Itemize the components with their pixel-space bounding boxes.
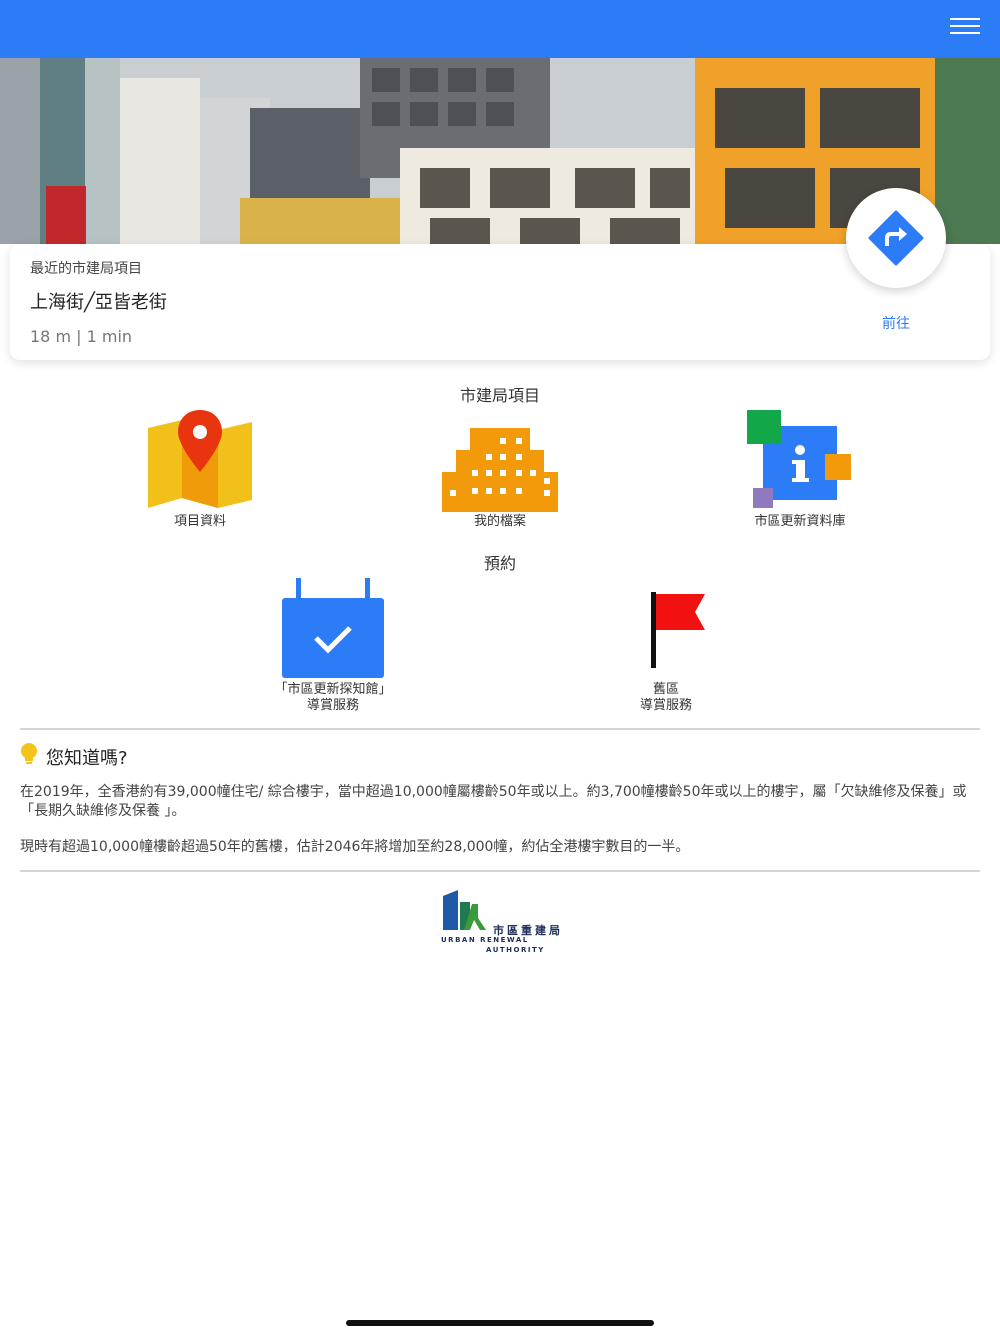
tile-urban-renewal-exploration-centre-tour[interactable]: 「市區更新探知館」 導賞服務 [263,578,403,714]
calendar-check-icon [282,578,384,678]
hamburger-menu-icon[interactable] [950,18,980,40]
ura-logo [443,890,486,930]
tile-label-line1: 「市區更新探知館」 [274,682,392,697]
divider [20,870,980,872]
tile-label-line2: 導賞服務 [639,698,692,713]
distance-time: 18 m | 1 min [30,327,133,346]
nearest-project-card[interactable]: 最近的市建局項目 上海街╱亞皆老街 18 m | 1 min [10,244,990,360]
tile-old-district-tour[interactable]: 舊區 導賞服務 [606,578,726,714]
directions-icon [868,210,924,266]
tile-urban-renewal-database[interactable]: 市區更新資料庫 [740,408,860,530]
booking-section-title: 預約 [483,554,516,573]
logo-text-en-line1: URBAN RENEWAL [441,936,529,944]
lightbulb-icon [21,743,37,764]
fact-paragraph-2: 現時有超過10,000幢樓齡超過50年的舊樓，估計2046年將增加至約28,00… [20,839,690,855]
tile-label: 項目資料 [173,514,226,529]
logo-text-en-line2: AUTHORITY [486,946,545,954]
did-you-know-title: 您知道嗎? [46,748,128,769]
fact-paragraph-1: 在2019年，全香港約有39,000幢住宅/ 綜合樓宇，當中超過10,000幢屬… [20,784,967,819]
tile-label: 市區更新資料庫 [754,514,846,529]
map-pin-icon [148,410,252,508]
project-name: 上海街╱亞皆老街 [30,292,167,313]
tile-my-files[interactable]: 我的檔案 [430,408,570,530]
flag-icon [651,592,705,668]
tile-label-line2: 導賞服務 [306,698,359,713]
go-label[interactable]: 前往 [846,313,946,333]
top-app-bar [0,0,1000,58]
building-icon [442,428,558,512]
go-button[interactable] [846,188,946,288]
card-label: 最近的市建局項目 [30,261,142,277]
info-icon [747,410,851,508]
projects-section-title: 市建局項目 [459,386,540,405]
tile-label-line1: 舊區 [652,682,679,697]
divider [20,728,980,730]
tile-project-info[interactable]: 項目資料 [140,408,260,530]
tile-label: 我的檔案 [473,514,526,529]
home-indicator[interactable] [346,1320,654,1326]
